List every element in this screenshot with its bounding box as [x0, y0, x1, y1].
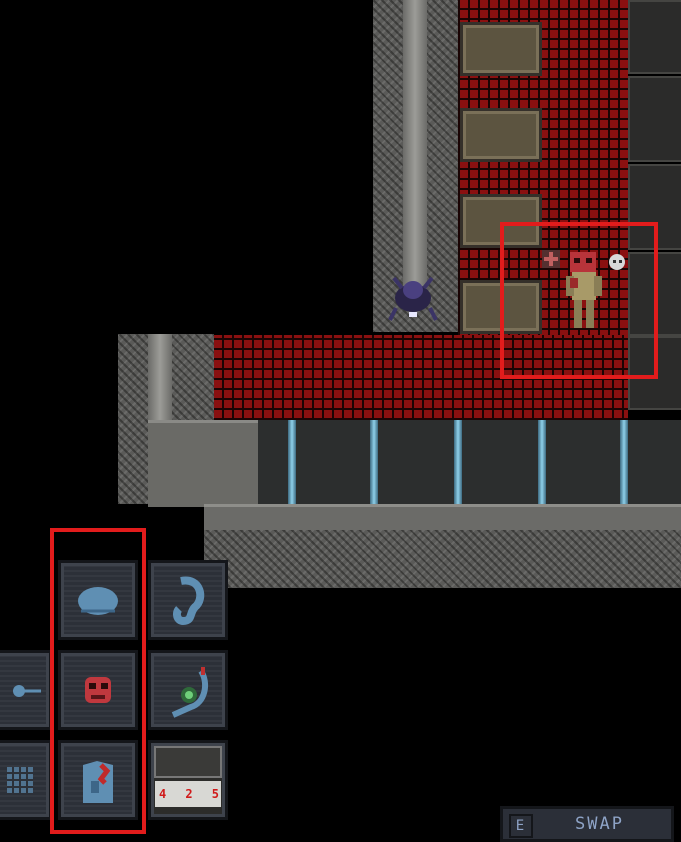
mesh-icon [7, 767, 33, 793]
ear-slot[interactable] [148, 560, 228, 640]
terminal-digit-3: 5 [211, 787, 219, 801]
terminal-digits: 4 2 5 [159, 787, 219, 801]
swap-bar[interactable]: E SWAP [500, 806, 674, 842]
inventory-highlight-box [50, 528, 146, 834]
window-pipe-1 [288, 420, 296, 504]
game-map [0, 0, 681, 590]
window-pipe-4 [538, 420, 546, 504]
terminal-digit-2: 2 [185, 787, 193, 801]
swap-button-label[interactable]: SWAP [575, 814, 624, 834]
window-pipe-5 [620, 420, 628, 504]
radio-slot[interactable] [148, 650, 228, 730]
id-device-icon [154, 746, 222, 807]
bottom-ledge [204, 504, 681, 533]
window-section [258, 420, 681, 504]
right-wall-panel-2 [628, 76, 681, 162]
device-slot[interactable]: 4 2 5 [148, 740, 228, 820]
window-pipe-3 [454, 420, 462, 504]
player-highlight-box [500, 222, 658, 379]
corridor-pipe [403, 0, 427, 290]
right-wall-panel-1 [628, 0, 681, 74]
xeno-alien-sprite[interactable] [388, 268, 438, 322]
left-slot[interactable] [0, 650, 52, 730]
ear-icon [172, 576, 205, 626]
left-wall-rail [148, 420, 258, 507]
console-1[interactable] [460, 22, 542, 76]
console-2[interactable] [460, 108, 542, 162]
window-pipe-2 [370, 420, 378, 504]
bottom-wall-grate [204, 530, 681, 588]
wire-icon [13, 685, 41, 697]
terminal-digit-1: 4 [159, 787, 167, 801]
grid-slot[interactable] [0, 740, 52, 820]
inventory-hud: 4 2 5 [0, 528, 240, 840]
swap-key-label: E [509, 814, 533, 838]
headset-radio-icon [171, 667, 209, 718]
